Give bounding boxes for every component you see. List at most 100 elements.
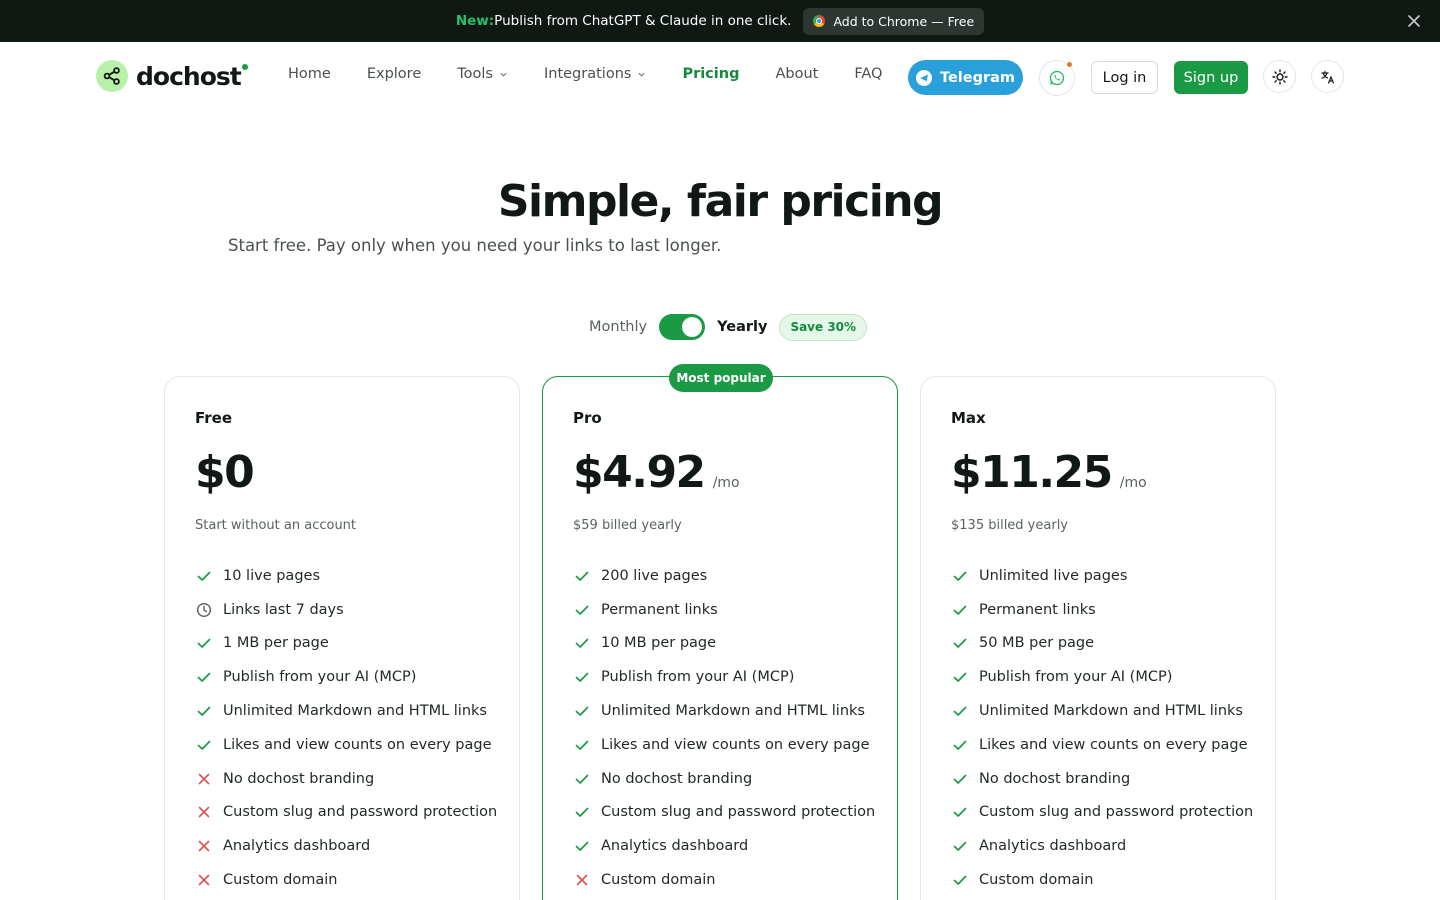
plan-card-free: Free $0 Start without an account 10 live… <box>164 376 520 900</box>
notification-dot <box>1067 62 1072 67</box>
feature-text: No dochost branding <box>979 770 1131 787</box>
language-button[interactable] <box>1311 60 1344 93</box>
check-icon <box>573 702 591 720</box>
theme-toggle-button[interactable] <box>1263 60 1296 93</box>
feature-item: Likes and view counts on every page <box>573 728 875 762</box>
add-to-chrome-label: Add to Chrome — Free <box>833 13 975 29</box>
banner-new-label: New: <box>455 13 495 29</box>
feature-text: Links last 7 days <box>223 601 344 618</box>
feature-text: Publish from your AI (MCP) <box>601 669 795 686</box>
translate-icon <box>1320 70 1334 84</box>
check-icon <box>195 567 213 585</box>
billing-toggle-group: Monthly Yearly Save 30% <box>589 313 868 341</box>
feature-text: Publish from your AI (MCP) <box>979 669 1173 686</box>
nav-home[interactable]: Home <box>288 66 331 82</box>
feature-item: Permanent links <box>573 593 875 627</box>
nav-pricing-label: Pricing <box>682 66 740 82</box>
feature-text: No dochost branding <box>601 770 753 787</box>
check-icon <box>195 634 213 652</box>
feature-item: Permanent links <box>951 593 1253 627</box>
nav-home-label: Home <box>288 66 331 82</box>
feature-item: Publish from your AI (MCP) <box>573 660 875 694</box>
toggle-knob <box>682 317 703 337</box>
plan-price: $4.92 <box>573 447 706 498</box>
check-icon <box>951 803 969 821</box>
feature-text: 1 MB per page <box>223 635 329 652</box>
feature-item: Analytics dashboard <box>951 829 1253 863</box>
logo[interactable]: dochost <box>96 60 248 92</box>
check-icon <box>195 702 213 720</box>
feature-item: Publish from your AI (MCP) <box>195 660 497 694</box>
feature-item: Analytics dashboard <box>195 829 497 863</box>
feature-list: Unlimited live pages Permanent links 50 MB… <box>951 559 1253 897</box>
check-icon <box>951 634 969 652</box>
telegram-label: Telegram <box>939 69 1016 86</box>
login-button[interactable]: Log in <box>1091 61 1158 94</box>
plan-name: Free <box>195 409 233 427</box>
plan-name: Max <box>951 409 986 427</box>
nav-pricing[interactable]: Pricing <box>682 66 739 82</box>
check-icon <box>195 736 213 754</box>
logo-text: dochost <box>136 61 248 91</box>
feature-text: Permanent links <box>979 601 1096 618</box>
feature-item: Custom domain <box>573 863 875 897</box>
check-icon <box>951 702 969 720</box>
nav-faq[interactable]: FAQ <box>854 66 882 82</box>
price-row: $11.25 /mo <box>951 447 1147 498</box>
feature-text: Custom slug and password protection <box>223 804 498 821</box>
nav-tools[interactable]: Tools <box>457 66 508 82</box>
feature-text: 50 MB per page <box>979 635 1095 652</box>
plan-name: Pro <box>573 409 602 427</box>
telegram-button[interactable]: Telegram <box>908 60 1023 95</box>
chevron-down-icon <box>500 72 507 77</box>
site-header: dochost Home Explore Tools Integrations … <box>0 42 1440 112</box>
price-period: /mo <box>1119 475 1147 491</box>
feature-item: No dochost branding <box>195 762 497 796</box>
feature-item: Custom slug and password protection <box>573 796 875 830</box>
check-icon <box>951 837 969 855</box>
chrome-icon <box>813 15 826 27</box>
feature-text: Analytics dashboard <box>601 838 749 855</box>
billing-yearly-label[interactable]: Yearly <box>717 319 767 335</box>
price-period: /mo <box>712 475 740 491</box>
logo-wordmark: dochost <box>136 61 242 91</box>
feature-item: Likes and view counts on every page <box>195 728 497 762</box>
feature-item: Unlimited Markdown and HTML links <box>951 694 1253 728</box>
signup-button[interactable]: Sign up <box>1174 61 1248 94</box>
feature-text: No dochost branding <box>223 770 375 787</box>
feature-item: Custom domain <box>951 863 1253 897</box>
feature-text: Custom domain <box>979 872 1094 889</box>
billing-monthly-label[interactable]: Monthly <box>589 319 647 335</box>
price-row: $0 <box>195 447 255 498</box>
plan-billing-note: Start without an account <box>195 518 357 533</box>
check-icon <box>573 634 591 652</box>
billing-toggle[interactable] <box>659 314 706 340</box>
feature-text: Unlimited Markdown and HTML links <box>223 703 487 720</box>
check-icon <box>951 770 969 788</box>
feature-text: 200 live pages <box>601 567 708 584</box>
page-title: Simple, fair pricing <box>497 176 944 227</box>
logo-dot <box>241 63 248 70</box>
save-badge: Save 30% <box>779 313 868 341</box>
nav-explore[interactable]: Explore <box>367 66 421 82</box>
most-popular-badge: Most popular <box>669 364 773 392</box>
cross-icon <box>195 837 213 855</box>
feature-item: No dochost branding <box>573 762 875 796</box>
check-icon <box>195 668 213 686</box>
nav-integrations[interactable]: Integrations <box>544 66 646 82</box>
check-icon <box>573 770 591 788</box>
feature-text: Unlimited Markdown and HTML links <box>979 703 1243 720</box>
nav-about-label: About <box>775 66 819 82</box>
nav-integrations-label: Integrations <box>543 66 632 82</box>
feature-item: 200 live pages <box>573 559 875 593</box>
feature-item: Unlimited Markdown and HTML links <box>573 694 875 728</box>
plan-price: $0 <box>195 447 255 498</box>
close-icon[interactable] <box>1404 11 1424 31</box>
feature-item: 10 MB per page <box>573 627 875 661</box>
price-row: $4.92 /mo <box>573 447 740 498</box>
whatsapp-button[interactable] <box>1039 60 1075 96</box>
nav-about[interactable]: About <box>775 66 818 82</box>
check-icon <box>573 736 591 754</box>
add-to-chrome-button[interactable]: Add to Chrome — Free <box>803 7 985 35</box>
feature-item: Links last 7 days <box>195 593 497 627</box>
